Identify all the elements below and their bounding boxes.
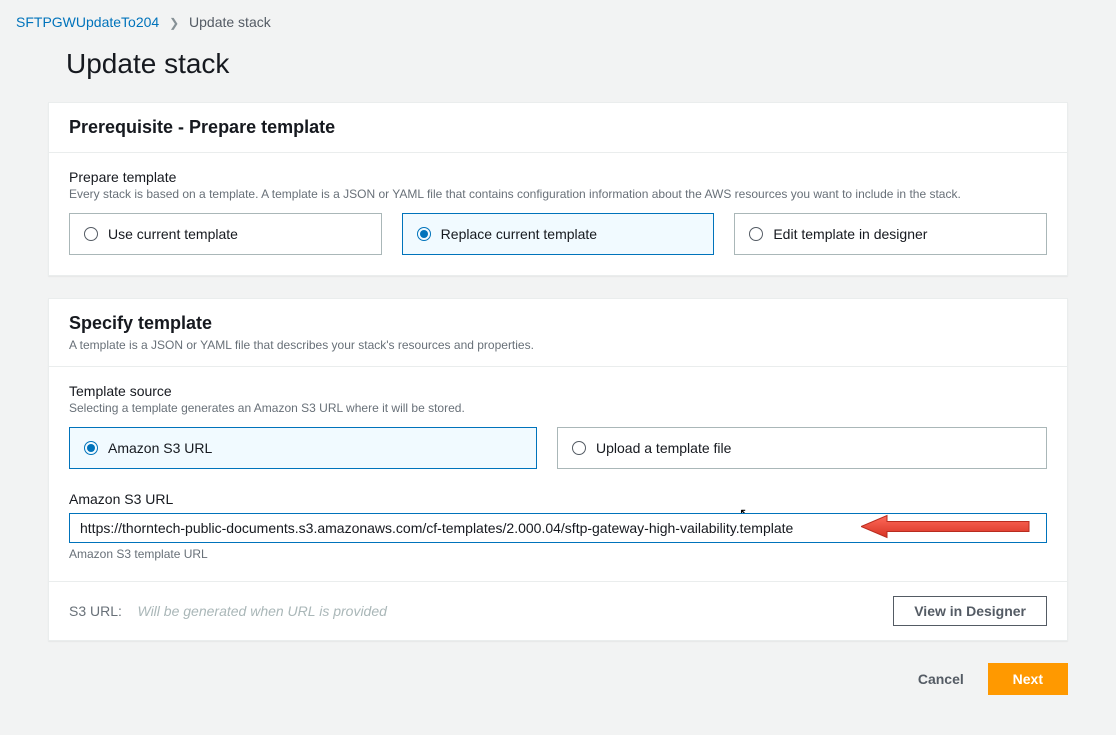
page-title: Update stack xyxy=(66,48,1068,80)
radio-icon xyxy=(749,227,763,241)
breadcrumb-parent-link[interactable]: SFTPGWUpdateTo204 xyxy=(16,14,159,30)
prerequisite-panel: Prerequisite - Prepare template Prepare … xyxy=(48,102,1068,276)
option-edit-template-designer[interactable]: Edit template in designer xyxy=(734,213,1047,255)
specify-template-title: Specify template xyxy=(69,313,1047,334)
prepare-template-desc: Every stack is based on a template. A te… xyxy=(69,187,1047,201)
view-in-designer-button[interactable]: View in Designer xyxy=(893,596,1047,626)
amazon-s3-url-input[interactable] xyxy=(69,513,1047,543)
s3-url-footer-text: Will be generated when URL is provided xyxy=(137,603,386,619)
option-label: Replace current template xyxy=(441,226,597,242)
amazon-s3-url-label: Amazon S3 URL xyxy=(69,491,1047,507)
chevron-right-icon: ❯ xyxy=(169,16,179,30)
radio-icon xyxy=(84,441,98,455)
wizard-actions: Cancel Next xyxy=(48,663,1068,695)
option-upload-template-file[interactable]: Upload a template file xyxy=(557,427,1047,469)
breadcrumb-current: Update stack xyxy=(189,14,271,30)
radio-icon xyxy=(417,227,431,241)
radio-icon xyxy=(572,441,586,455)
option-label: Use current template xyxy=(108,226,238,242)
prepare-template-label: Prepare template xyxy=(69,169,1047,185)
specify-template-panel: Specify template A template is a JSON or… xyxy=(48,298,1068,641)
cancel-button[interactable]: Cancel xyxy=(898,663,984,695)
template-source-label: Template source xyxy=(69,383,1047,399)
option-amazon-s3-url[interactable]: Amazon S3 URL xyxy=(69,427,537,469)
option-replace-current-template[interactable]: Replace current template xyxy=(402,213,715,255)
specify-template-desc: A template is a JSON or YAML file that d… xyxy=(69,338,1047,352)
prerequisite-title: Prerequisite - Prepare template xyxy=(69,117,1047,138)
s3-url-footer-label: S3 URL: xyxy=(69,603,122,619)
next-button[interactable]: Next xyxy=(988,663,1068,695)
option-use-current-template[interactable]: Use current template xyxy=(69,213,382,255)
radio-icon xyxy=(84,227,98,241)
amazon-s3-url-hint: Amazon S3 template URL xyxy=(69,547,1047,561)
option-label: Edit template in designer xyxy=(773,226,927,242)
option-label: Upload a template file xyxy=(596,440,731,456)
breadcrumb: SFTPGWUpdateTo204 ❯ Update stack xyxy=(0,0,1116,40)
s3-url-status: S3 URL: Will be generated when URL is pr… xyxy=(69,603,387,619)
option-label: Amazon S3 URL xyxy=(108,440,212,456)
template-source-desc: Selecting a template generates an Amazon… xyxy=(69,401,1047,415)
